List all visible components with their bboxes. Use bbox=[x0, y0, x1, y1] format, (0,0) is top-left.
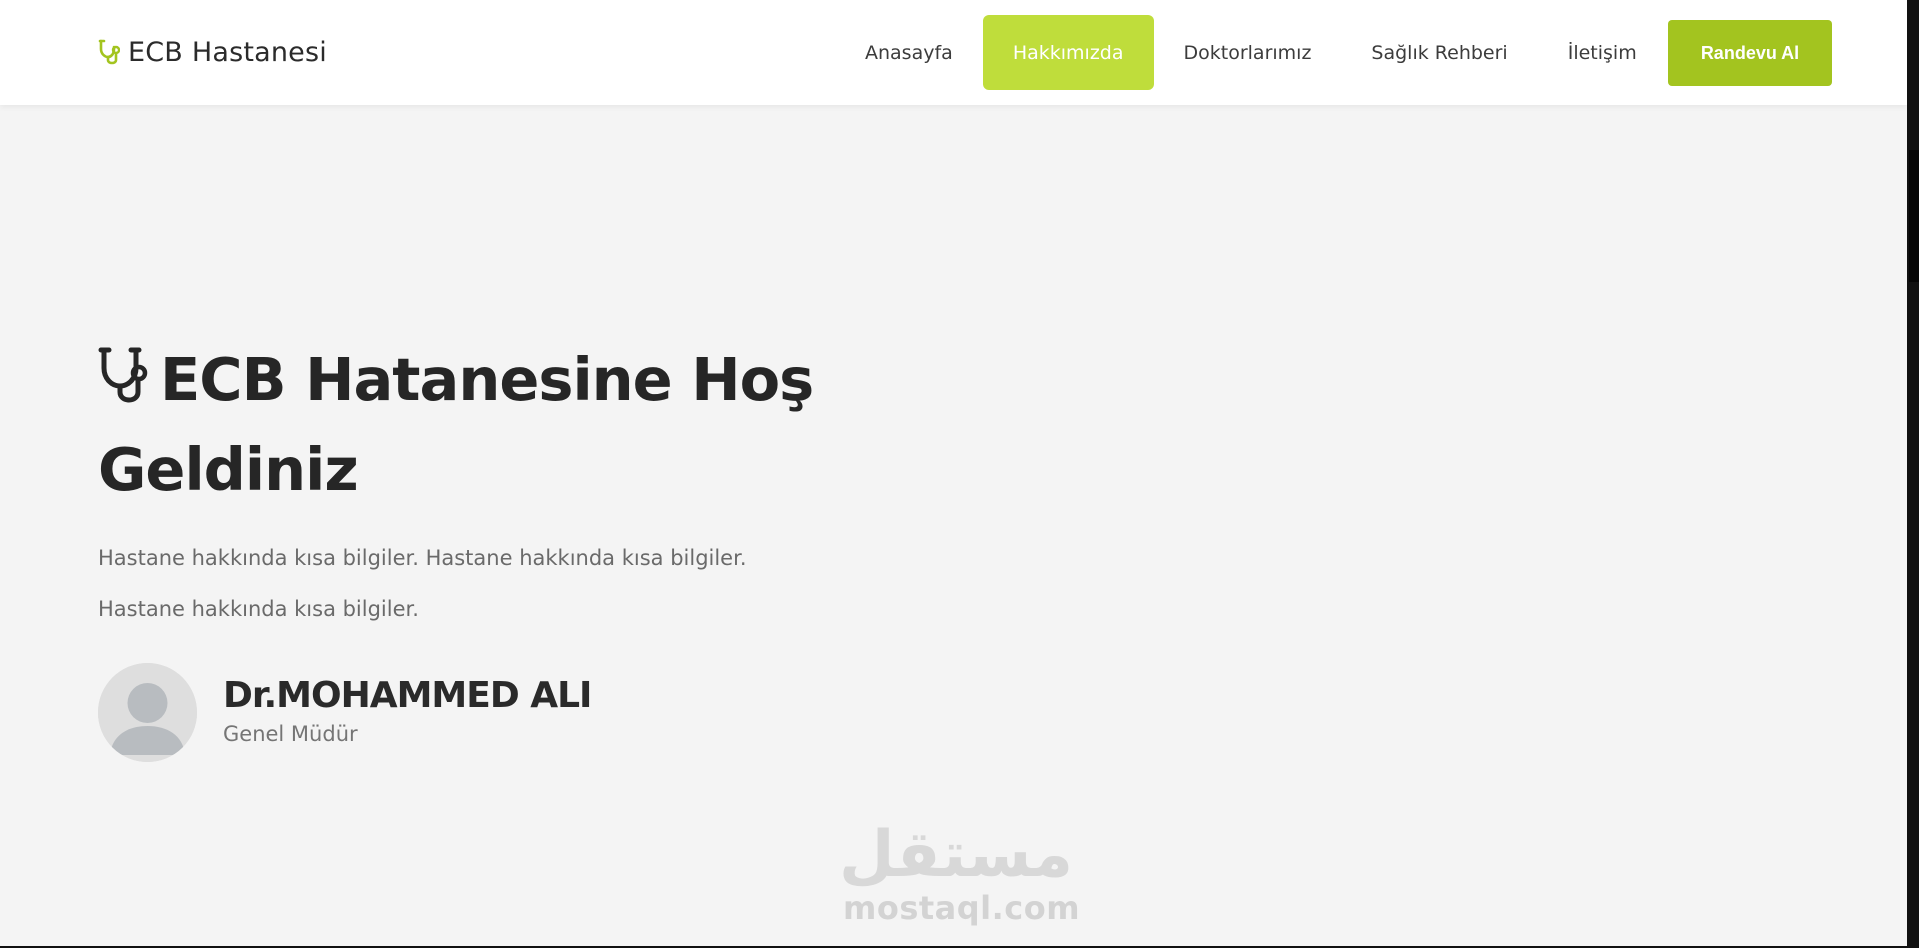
watermark-logo: مستقل bbox=[838, 818, 1073, 892]
hero-title: ECB Hatanesine Hoş Geldiniz bbox=[98, 335, 838, 515]
avatar bbox=[98, 662, 197, 762]
hero-title-block: ECB Hatanesine Hoş Geldiniz bbox=[98, 335, 838, 515]
director-name: Dr.MOHAMMED ALI bbox=[223, 675, 592, 716]
watermark-url: mostaql.com bbox=[843, 889, 1081, 927]
user-placeholder-icon bbox=[98, 662, 197, 762]
director-role: Genel Müdür bbox=[223, 722, 358, 746]
stethoscope-icon bbox=[98, 39, 120, 65]
brand-name: ECB Hastanesi bbox=[128, 36, 327, 68]
mostaql-watermark: مستقل mostaql.com bbox=[838, 818, 1081, 927]
nav-item-anasayfa[interactable]: Anasayfa bbox=[835, 15, 983, 90]
director-info: Dr.MOHAMMED ALI Genel Müdür bbox=[223, 674, 592, 750]
nav-item-saglik-rehberi[interactable]: Sağlık Rehberi bbox=[1341, 15, 1537, 90]
site-header: ECB Hastanesi Anasayfa Hakkımızda Doktor… bbox=[0, 0, 1907, 105]
scrollbar-thumb[interactable] bbox=[1909, 150, 1919, 282]
hero-title-text: ECB Hatanesine Hoş Geldiniz bbox=[98, 345, 814, 504]
nav-item-doktorlarimiz[interactable]: Doktorlarımız bbox=[1154, 15, 1342, 90]
page-viewport: ECB Hastanesi Anasayfa Hakkımızda Doktor… bbox=[0, 0, 1907, 946]
nav-item-hakkimizda[interactable]: Hakkımızda bbox=[982, 15, 1154, 90]
brand-logo-link[interactable]: ECB Hastanesi bbox=[98, 34, 327, 70]
nav-item-iletisim[interactable]: İletişim bbox=[1538, 15, 1667, 90]
hero-description-line-1: Hastane hakkında kısa bilgiler. Hastane … bbox=[98, 546, 747, 570]
hero-description-line-2: Hastane hakkında kısa bilgiler. bbox=[98, 597, 419, 621]
stethoscope-icon bbox=[98, 347, 148, 403]
main-nav: Anasayfa Hakkımızda Doktorlarımız Sağlık… bbox=[835, 15, 1667, 90]
randevu-al-button[interactable]: Randevu Al bbox=[1668, 20, 1832, 86]
director-card: Dr.MOHAMMED ALI Genel Müdür bbox=[98, 662, 592, 762]
